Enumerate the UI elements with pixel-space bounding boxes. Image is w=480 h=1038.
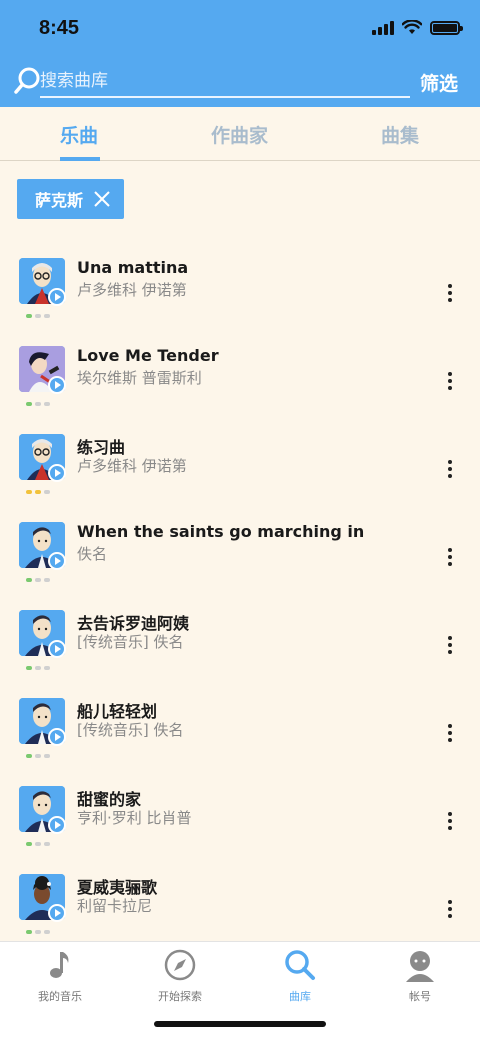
tabbar-item-account[interactable]: 帐号 xyxy=(360,948,480,1004)
difficulty-dot xyxy=(26,490,32,494)
song-row[interactable]: 去告诉罗迪阿姨 [传统音乐] 佚名 xyxy=(0,610,480,698)
more-options-icon[interactable] xyxy=(447,900,453,920)
play-icon[interactable] xyxy=(48,552,66,570)
difficulty-dot xyxy=(44,666,50,670)
difficulty-dot xyxy=(44,842,50,846)
difficulty-dot xyxy=(26,754,32,758)
more-options-icon[interactable] xyxy=(447,372,453,392)
song-row[interactable]: 船儿轻轻划 [传统音乐] 佚名 xyxy=(0,698,480,786)
difficulty-indicator xyxy=(26,402,50,406)
play-icon[interactable] xyxy=(48,376,66,394)
difficulty-dot xyxy=(35,402,41,406)
more-options-icon[interactable] xyxy=(447,548,453,568)
category-tabs: 乐曲 作曲家 曲集 xyxy=(0,107,480,161)
difficulty-dot xyxy=(44,578,50,582)
difficulty-dot xyxy=(35,490,41,494)
song-title: When the saints go marching in xyxy=(77,522,365,541)
more-options-icon[interactable] xyxy=(447,284,453,304)
difficulty-dot xyxy=(44,314,50,318)
difficulty-dot xyxy=(35,930,41,934)
song-composer: 亨利·罗利 比肖普 xyxy=(77,809,192,827)
more-options-icon[interactable] xyxy=(447,812,453,832)
song-composer: [传统音乐] 佚名 xyxy=(77,721,184,739)
difficulty-dot xyxy=(35,314,41,318)
difficulty-indicator xyxy=(26,490,50,494)
tab-collections[interactable]: 曲集 xyxy=(381,121,419,148)
difficulty-dot xyxy=(26,314,32,318)
play-icon[interactable] xyxy=(48,640,66,658)
song-row[interactable]: Love Me Tender 埃尔维斯 普雷斯利 xyxy=(0,346,480,434)
search-icon xyxy=(14,67,40,94)
difficulty-dot xyxy=(44,490,50,494)
play-icon[interactable] xyxy=(48,728,66,746)
difficulty-dot xyxy=(26,666,32,670)
search-input[interactable] xyxy=(40,66,410,98)
tabbar-label: 帐号 xyxy=(409,990,431,1003)
play-icon[interactable] xyxy=(48,464,66,482)
tabbar-item-library[interactable]: 曲库 xyxy=(240,948,360,1004)
filter-chip-label: 萨克斯 xyxy=(35,191,84,210)
active-tab-indicator xyxy=(60,157,100,161)
status-time: 8:45 xyxy=(39,17,80,39)
difficulty-indicator xyxy=(26,754,50,758)
tabbar-label: 曲库 xyxy=(289,990,311,1003)
tab-songs[interactable]: 乐曲 xyxy=(60,121,98,148)
song-title: Love Me Tender xyxy=(77,346,219,365)
song-composer: 利留卡拉尼 xyxy=(77,897,153,915)
header: 8:45 筛选 xyxy=(0,0,480,107)
play-icon[interactable] xyxy=(48,288,66,306)
more-options-icon[interactable] xyxy=(447,636,453,656)
wifi-icon xyxy=(402,20,422,34)
tab-composers[interactable]: 作曲家 xyxy=(211,121,268,148)
difficulty-dot xyxy=(26,402,32,406)
difficulty-indicator xyxy=(26,578,50,582)
difficulty-dot xyxy=(35,754,41,758)
song-composer: [传统音乐] 佚名 xyxy=(77,633,184,651)
compass-icon xyxy=(164,949,196,981)
difficulty-dot xyxy=(35,842,41,846)
play-icon[interactable] xyxy=(48,816,66,834)
search-icon xyxy=(285,950,315,980)
play-icon[interactable] xyxy=(48,904,66,922)
difficulty-dot xyxy=(35,666,41,670)
search-bar xyxy=(14,62,410,100)
difficulty-dot xyxy=(44,754,50,758)
tabbar-label: 开始探索 xyxy=(158,990,202,1003)
song-row[interactable]: 练习曲 卢多维科 伊诺第 xyxy=(0,434,480,522)
difficulty-dot xyxy=(26,578,32,582)
more-options-icon[interactable] xyxy=(447,724,453,744)
difficulty-dot xyxy=(44,930,50,934)
signal-icon xyxy=(372,20,394,35)
song-composer: 埃尔维斯 普雷斯利 xyxy=(77,369,202,387)
difficulty-dot xyxy=(26,930,32,934)
song-row[interactable]: 甜蜜的家 亨利·罗利 比肖普 xyxy=(0,786,480,874)
song-composer: 卢多维科 伊诺第 xyxy=(77,457,187,475)
song-row[interactable]: Una mattina 卢多维科 伊诺第 xyxy=(0,258,480,346)
difficulty-dot xyxy=(35,578,41,582)
song-composer: 卢多维科 伊诺第 xyxy=(77,281,187,299)
filter-button[interactable]: 筛选 xyxy=(420,69,458,96)
difficulty-indicator xyxy=(26,842,50,846)
user-icon xyxy=(406,951,434,982)
song-row[interactable]: When the saints go marching in 佚名 xyxy=(0,522,480,610)
music-note-icon xyxy=(50,952,69,978)
status-icons xyxy=(372,20,463,35)
difficulty-indicator xyxy=(26,930,50,934)
song-composer: 佚名 xyxy=(77,545,108,563)
battery-icon xyxy=(430,20,463,35)
tabbar-item-explore[interactable]: 开始探索 xyxy=(120,948,240,1004)
tabbar-label: 我的音乐 xyxy=(38,990,82,1003)
difficulty-indicator xyxy=(26,314,50,318)
song-title: Una mattina xyxy=(77,258,189,277)
filter-chip[interactable]: 萨克斯 xyxy=(17,179,124,219)
difficulty-dot xyxy=(26,842,32,846)
more-options-icon[interactable] xyxy=(447,460,453,480)
tabbar-item-my-music[interactable]: 我的音乐 xyxy=(0,948,120,1004)
difficulty-dot xyxy=(44,402,50,406)
home-indicator xyxy=(154,1021,326,1027)
close-icon[interactable] xyxy=(92,189,112,209)
difficulty-indicator xyxy=(26,666,50,670)
